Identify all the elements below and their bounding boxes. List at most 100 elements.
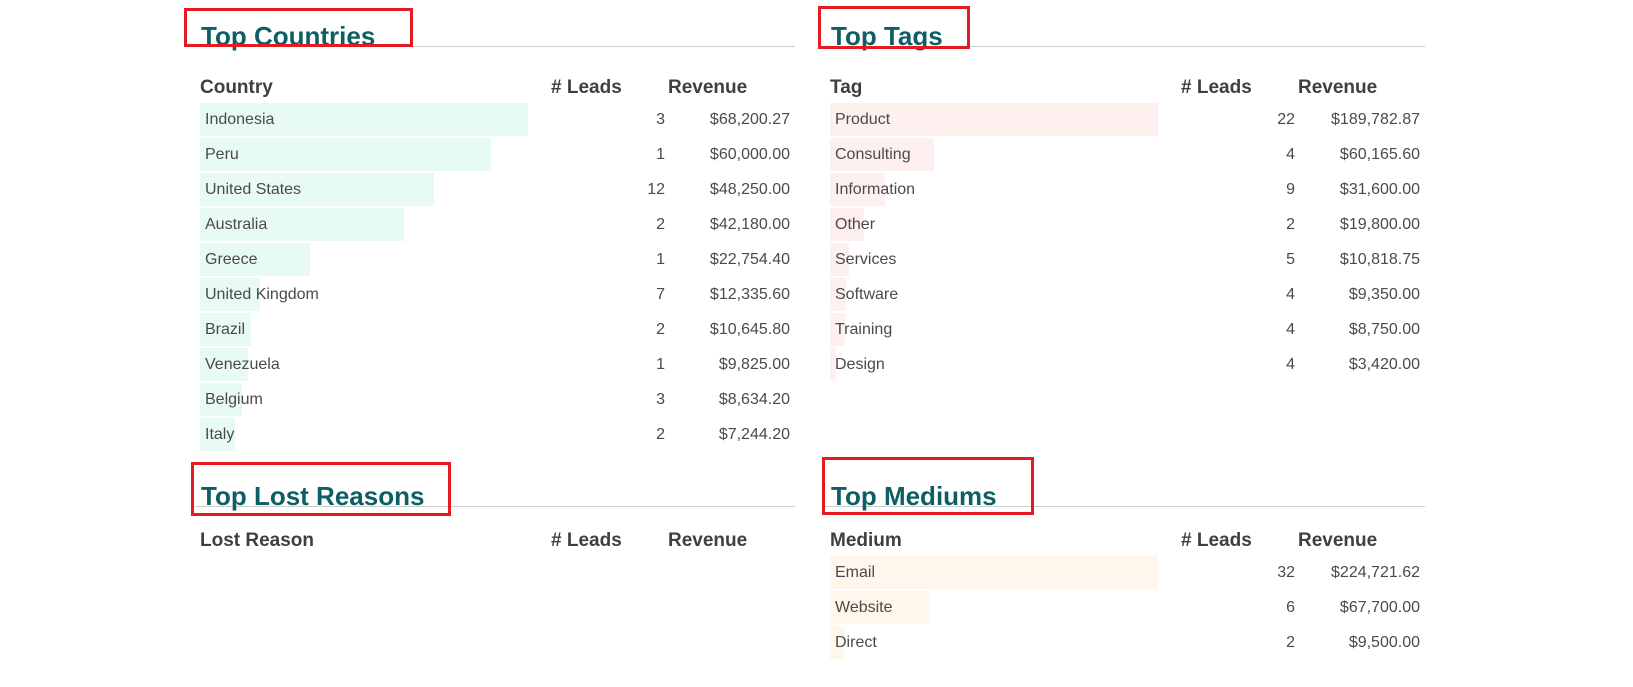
column-header-revenue: Revenue [1298, 530, 1378, 551]
row-leads: 12 [647, 181, 665, 198]
table-row[interactable]: Product 22 $189,782.87 [825, 102, 1425, 137]
row-leads: 4 [1286, 286, 1295, 303]
table-row[interactable]: Greece 1 $22,754.40 [195, 242, 795, 277]
row-revenue: $42,180.00 [709, 216, 790, 233]
row-revenue: $9,825.00 [718, 356, 790, 373]
table-row[interactable]: Design 4 $3,420.00 [825, 347, 1425, 382]
table-row[interactable]: Australia 2 $42,180.00 [195, 207, 795, 242]
row-name: Direct [835, 634, 877, 651]
row-revenue: $68,200.27 [709, 111, 790, 128]
row-name: Italy [205, 426, 235, 443]
column-header-leads: # Leads [551, 77, 622, 98]
row-revenue: $3,420.00 [1348, 356, 1420, 373]
row-name: Brazil [205, 321, 246, 338]
row-revenue: $224,721.62 [1331, 564, 1420, 581]
row-name: United States [205, 181, 302, 198]
table-row[interactable]: Training 4 $8,750.00 [825, 312, 1425, 347]
row-name: Other [835, 216, 876, 233]
table-body: Product 22 $189,782.87 Consulting 4 $60,165.6… [825, 102, 1425, 382]
row-leads: 1 [656, 251, 665, 268]
row-revenue: $60,000.00 [709, 146, 790, 163]
row-name: Email [835, 564, 876, 581]
row-leads: 6 [1286, 599, 1295, 616]
row-leads: 5 [1286, 251, 1295, 268]
row-revenue: $8,750.00 [1348, 321, 1420, 338]
row-revenue: $60,165.60 [1339, 146, 1420, 163]
column-header-leads: # Leads [1181, 530, 1252, 551]
column-header-revenue: Revenue [668, 77, 748, 98]
row-revenue: $31,600.00 [1339, 181, 1420, 198]
row-name: Belgium [205, 391, 263, 408]
row-name: Consulting [835, 146, 911, 163]
row-leads: 2 [656, 216, 665, 233]
row-revenue: $9,500.00 [1348, 634, 1420, 651]
column-header-lost-reason: Lost Reason [200, 530, 315, 551]
table-body: Indonesia 3 $68,200.27 Peru 1 $60,000.00 Unite… [195, 102, 795, 452]
table-row[interactable]: Information 9 $31,600.00 [825, 172, 1425, 207]
row-name: Website [835, 599, 893, 616]
row-revenue: $19,800.00 [1339, 216, 1420, 233]
row-name: Product [835, 111, 891, 128]
column-header-medium: Medium [830, 530, 902, 551]
row-revenue: $8,634.20 [718, 391, 790, 408]
column-header-revenue: Revenue [668, 530, 748, 551]
row-name: Australia [205, 216, 268, 233]
highlight-box [191, 462, 451, 516]
table-row[interactable]: Website 6 $67,700.00 [825, 590, 1425, 625]
table-row[interactable]: Services 5 $10,818.75 [825, 242, 1425, 277]
table-row[interactable]: Email 32 $224,721.62 [825, 555, 1425, 590]
row-revenue: $10,818.75 [1339, 251, 1420, 268]
revenue-share-bar [200, 138, 491, 171]
row-name: Design [835, 356, 885, 373]
row-leads: 7 [656, 286, 665, 303]
row-leads: 3 [656, 391, 665, 408]
table-row[interactable]: Software 4 $9,350.00 [825, 277, 1425, 312]
row-leads: 2 [1286, 634, 1295, 651]
column-header-tag: Tag [830, 77, 863, 98]
highlight-box [184, 8, 413, 47]
row-leads: 4 [1286, 146, 1295, 163]
table-row[interactable]: Direct 2 $9,500.00 [825, 625, 1425, 660]
row-leads: 1 [656, 146, 665, 163]
table-row[interactable]: Other 2 $19,800.00 [825, 207, 1425, 242]
row-leads: 9 [1286, 181, 1295, 198]
table-row[interactable]: United Kingdom 7 $12,335.60 [195, 277, 795, 312]
table-row[interactable]: Belgium 3 $8,634.20 [195, 382, 795, 417]
row-leads: 2 [656, 321, 665, 338]
row-name: Greece [205, 251, 258, 268]
revenue-share-bar [830, 556, 1158, 589]
table-row[interactable]: Venezuela 1 $9,825.00 [195, 347, 795, 382]
table-row[interactable]: Indonesia 3 $68,200.27 [195, 102, 795, 137]
table-body: Email 32 $224,721.62 Website 6 $67,700.00 Dire… [825, 555, 1425, 660]
row-leads: 3 [656, 111, 665, 128]
row-name: Indonesia [205, 111, 275, 128]
column-header-leads: # Leads [551, 530, 622, 551]
row-leads: 2 [1286, 216, 1295, 233]
row-leads: 2 [656, 426, 665, 443]
highlight-box [818, 6, 970, 49]
column-header-leads: # Leads [1181, 77, 1252, 98]
row-revenue: $48,250.00 [709, 181, 790, 198]
row-revenue: $10,645.80 [709, 321, 790, 338]
row-leads: 4 [1286, 321, 1295, 338]
row-revenue: $7,244.20 [718, 426, 790, 443]
row-name: Software [835, 286, 899, 303]
column-header-revenue: Revenue [1298, 77, 1378, 98]
row-name: Services [835, 251, 897, 268]
highlight-box [822, 457, 1034, 515]
table-row[interactable]: Consulting 4 $60,165.60 [825, 137, 1425, 172]
row-name: Training [835, 321, 893, 338]
column-header-country: Country [200, 77, 273, 98]
table-row[interactable]: Brazil 2 $10,645.80 [195, 312, 795, 347]
table-row[interactable]: United States 12 $48,250.00 [195, 172, 795, 207]
row-name: Information [835, 181, 916, 198]
row-leads: 1 [656, 356, 665, 373]
table-row[interactable]: Italy 2 $7,244.20 [195, 417, 795, 452]
row-revenue: $189,782.87 [1331, 111, 1420, 128]
table-row[interactable]: Peru 1 $60,000.00 [195, 137, 795, 172]
row-name: Venezuela [205, 356, 280, 373]
row-revenue: $12,335.60 [709, 286, 790, 303]
row-leads: 22 [1277, 111, 1295, 128]
row-leads: 4 [1286, 356, 1295, 373]
row-name: United Kingdom [205, 286, 319, 303]
